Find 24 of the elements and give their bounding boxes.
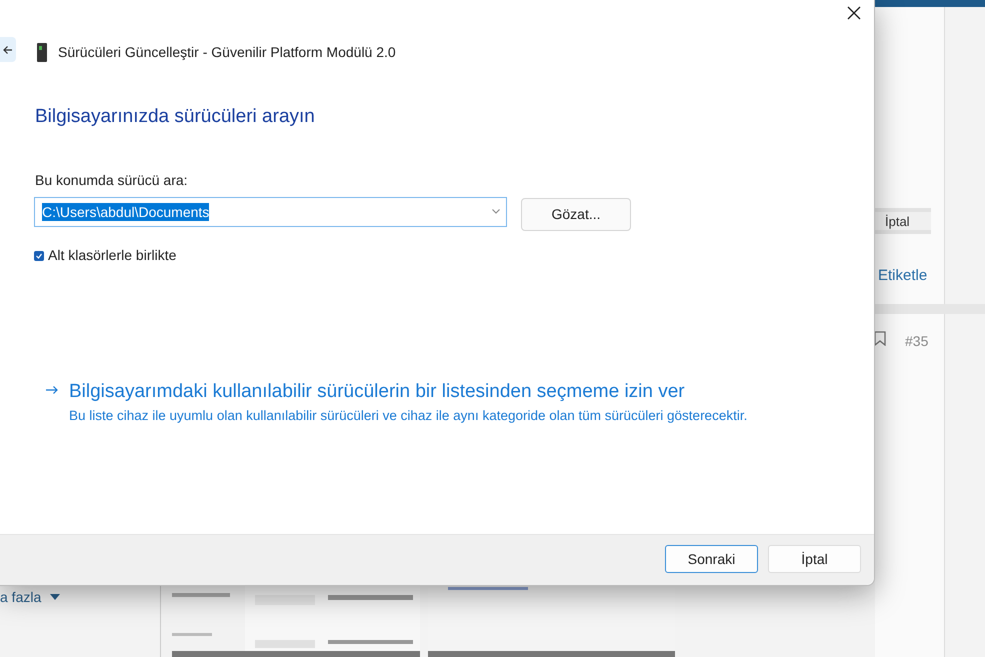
next-button[interactable]: Sonraki — [665, 545, 758, 573]
back-arrow-icon — [3, 44, 13, 54]
path-field[interactable]: C:\Users\abdul\Documents — [34, 197, 507, 227]
field-label: Bu konumda sürücü ara: — [35, 171, 188, 190]
selected-text: C:\Users\abdul\Documents — [42, 203, 210, 221]
browse-button[interactable]: Gözat... — [521, 198, 631, 231]
arrow-icon — [46, 385, 59, 395]
bookmark-icon[interactable] — [874, 331, 886, 346]
dropdown-icon[interactable] — [492, 209, 500, 214]
cancel-button[interactable]: İptal — [875, 208, 931, 234]
more-link[interactable]: a fazla — [0, 589, 42, 605]
device-icon — [36, 43, 48, 62]
close-icon[interactable] — [847, 6, 861, 20]
back-button[interactable] — [0, 37, 16, 62]
page-heading: Bilgisayarınızda sürücüleri arayın — [35, 105, 315, 129]
tag-link[interactable]: Etiketle — [878, 265, 928, 288]
caret-icon — [50, 594, 60, 600]
driver-list-link[interactable]: Bilgisayarımdaki kullanılabilir sürücülerin bir listesinden seçmeme izin ver — [69, 378, 685, 406]
post-number: #35 — [905, 332, 928, 351]
window-title: Sürücüleri Güncelleştir - Güvenilir Platform Modülü 2.0 — [58, 43, 396, 62]
link-description: Bu liste cihaz ile uyumlu olan kullanılabilir sürücüleri ve cihaz ile aynı kategoride olan tüm sürücüleri gösterecektir. — [69, 407, 748, 425]
checkbox-label[interactable]: Alt klasörlerle birlikte — [48, 245, 176, 266]
cancel-button[interactable]: İptal — [768, 545, 861, 573]
checkbox[interactable] — [34, 250, 44, 260]
